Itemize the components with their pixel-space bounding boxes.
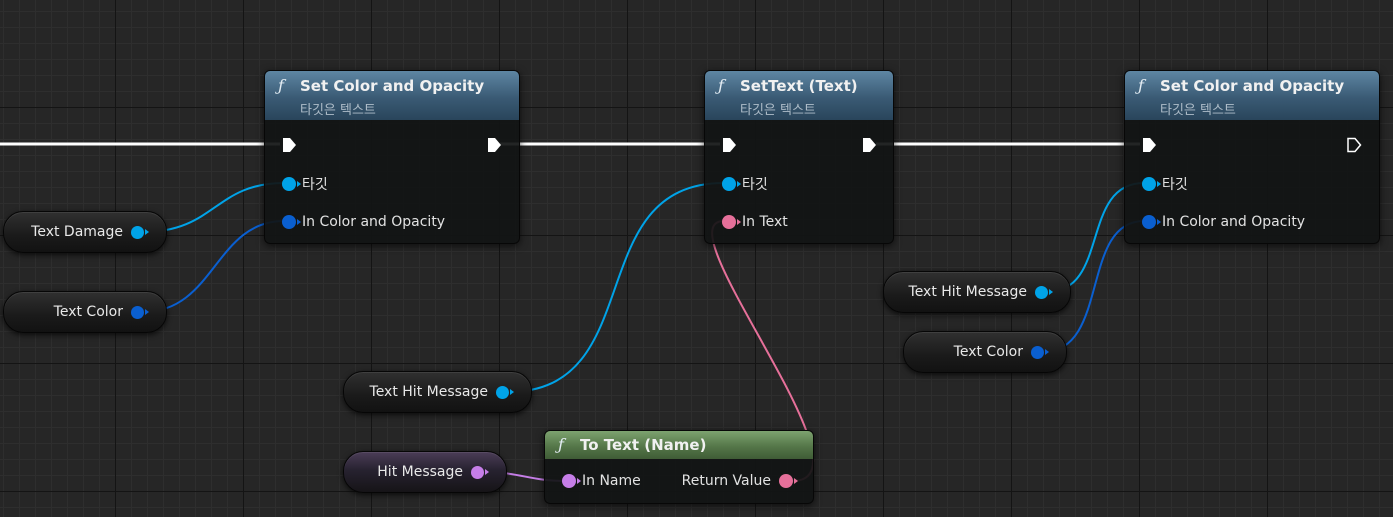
exec-in-pin-icon[interactable] bbox=[721, 137, 737, 153]
node-header[interactable]: ƒ SetText (Text) 타깃은 텍스트 bbox=[705, 71, 893, 120]
function-icon: ƒ bbox=[1138, 76, 1144, 95]
pin-row-target[interactable]: 타깃 bbox=[722, 174, 768, 194]
name-pin-icon[interactable] bbox=[562, 474, 581, 488]
pin-row-target[interactable]: 타깃 bbox=[282, 174, 328, 194]
text-pin-icon[interactable] bbox=[779, 474, 798, 488]
var-text-damage[interactable]: Text Damage bbox=[3, 211, 167, 253]
var-text-color[interactable]: Text Color bbox=[3, 291, 167, 333]
node-header[interactable]: ƒ Set Color and Opacity 타깃은 텍스트 bbox=[1125, 71, 1379, 120]
exec-out-pin-icon[interactable] bbox=[486, 137, 502, 153]
var-label: Text Hit Message bbox=[369, 384, 488, 400]
text-pin-icon[interactable] bbox=[722, 215, 741, 229]
node-title: Set Color and Opacity bbox=[1160, 77, 1345, 95]
pin-row-return-value[interactable]: Return Value bbox=[681, 471, 798, 491]
exec-in-pin-icon[interactable] bbox=[1141, 137, 1157, 153]
exec-out-pin-unconnected-icon[interactable] bbox=[1346, 137, 1362, 153]
pin-row-in-color[interactable]: In Color and Opacity bbox=[282, 212, 445, 232]
node-subtitle: 타깃은 텍스트 bbox=[300, 103, 376, 118]
set-color-opacity-node-1[interactable]: ƒ Set Color and Opacity 타깃은 텍스트 타깃 In Co… bbox=[264, 70, 520, 244]
var-text-color[interactable]: Text Color bbox=[903, 331, 1067, 373]
var-label: Text Hit Message bbox=[908, 284, 1027, 300]
node-header[interactable]: ƒ Set Color and Opacity 타깃은 텍스트 bbox=[265, 71, 519, 120]
struct-pin-icon[interactable] bbox=[282, 215, 301, 229]
pin-label-target: 타깃 bbox=[742, 177, 768, 193]
object-pin-icon[interactable] bbox=[1142, 177, 1161, 191]
pin-label-in-text: In Text bbox=[742, 214, 788, 230]
struct-pin-icon[interactable] bbox=[131, 305, 149, 319]
pin-label-in-color: In Color and Opacity bbox=[1162, 214, 1306, 230]
node-header[interactable]: ƒ To Text (Name) bbox=[545, 431, 813, 459]
struct-pin-icon[interactable] bbox=[1031, 345, 1049, 359]
pin-row-in-text[interactable]: In Text bbox=[722, 212, 788, 232]
struct-pin-icon[interactable] bbox=[1142, 215, 1161, 229]
function-icon: ƒ bbox=[718, 76, 724, 95]
object-pin-icon[interactable] bbox=[131, 225, 149, 239]
node-title: Set Color and Opacity bbox=[300, 77, 485, 95]
wire-text-hit-message-1[interactable] bbox=[507, 182, 725, 393]
pin-label-in-color: In Color and Opacity bbox=[302, 214, 446, 230]
to-text-name-node[interactable]: ƒ To Text (Name) In Name Return Value bbox=[544, 430, 814, 504]
pin-label-target: 타깃 bbox=[302, 177, 328, 193]
set-text-node[interactable]: ƒ SetText (Text) 타깃은 텍스트 타깃 In Text bbox=[704, 70, 894, 244]
var-label: Text Color bbox=[953, 344, 1023, 360]
object-pin-icon[interactable] bbox=[496, 385, 514, 399]
pin-row-target[interactable]: 타깃 bbox=[1142, 174, 1188, 194]
node-title: SetText (Text) bbox=[740, 77, 858, 95]
set-color-opacity-node-2[interactable]: ƒ Set Color and Opacity 타깃은 텍스트 타깃 In Co… bbox=[1124, 70, 1380, 244]
var-text-hit-message[interactable]: Text Hit Message bbox=[883, 271, 1071, 313]
node-subtitle: 타깃은 텍스트 bbox=[1160, 103, 1236, 118]
var-label: Hit Message bbox=[377, 464, 463, 480]
pin-label-target: 타깃 bbox=[1162, 177, 1188, 193]
exec-in-pin-icon[interactable] bbox=[281, 137, 297, 153]
node-title: To Text (Name) bbox=[580, 436, 707, 454]
pin-label-in-name: In Name bbox=[582, 473, 641, 489]
var-label: Text Damage bbox=[31, 224, 123, 240]
var-hit-message[interactable]: Hit Message bbox=[343, 451, 507, 493]
pin-row-in-color[interactable]: In Color and Opacity bbox=[1142, 212, 1305, 232]
object-pin-icon[interactable] bbox=[722, 177, 741, 191]
node-subtitle: 타깃은 텍스트 bbox=[740, 103, 816, 118]
function-icon: ƒ bbox=[558, 435, 564, 454]
name-pin-icon[interactable] bbox=[471, 465, 489, 479]
object-pin-icon[interactable] bbox=[1035, 285, 1053, 299]
pin-label-return-value: Return Value bbox=[681, 473, 771, 489]
function-icon: ƒ bbox=[278, 76, 284, 95]
var-label: Text Color bbox=[53, 304, 123, 320]
var-text-hit-message[interactable]: Text Hit Message bbox=[343, 371, 532, 413]
object-pin-icon[interactable] bbox=[282, 177, 301, 191]
pin-row-in-name[interactable]: In Name bbox=[562, 471, 641, 491]
exec-out-pin-icon[interactable] bbox=[861, 137, 877, 153]
